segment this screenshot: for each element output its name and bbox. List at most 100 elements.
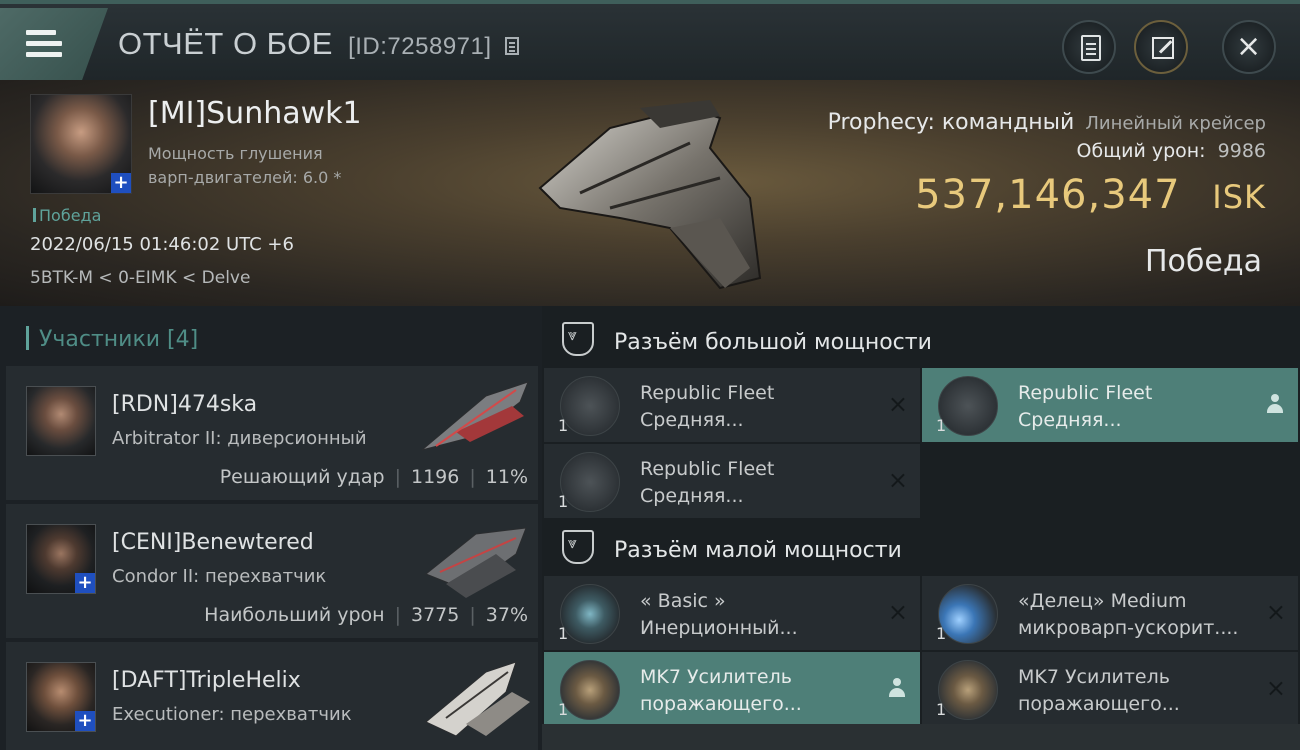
menu-button[interactable] bbox=[0, 8, 108, 80]
participant-avatar: + bbox=[26, 662, 96, 732]
fittings-panel: Разъём большой мощности 1 Republic Fleet… bbox=[542, 306, 1300, 750]
high-slot-header: Разъём большой мощности bbox=[542, 310, 1300, 370]
turret-icon bbox=[560, 376, 620, 436]
module-qty: 1 bbox=[558, 416, 569, 435]
hamburger-icon bbox=[26, 30, 62, 58]
victim-attr-line1: Мощность глушения bbox=[148, 144, 323, 163]
module-name: MK7 Усилитель поражающего... bbox=[1018, 666, 1180, 715]
participant-row[interactable]: [RDN]474ska Arbitrator II: диверсионный … bbox=[6, 366, 538, 500]
high-slot-icon bbox=[562, 322, 594, 356]
isk-amount: 537,146,347 bbox=[915, 172, 1181, 218]
kill-id: [ID:7258971] bbox=[348, 33, 492, 60]
participant-ship-image bbox=[425, 661, 530, 736]
module-qty: 1 bbox=[936, 700, 947, 719]
participant-row[interactable]: + [CENI]Benewtered Condor II: перехватчи… bbox=[6, 504, 538, 638]
victim-attribute: Мощность глушения варп-двигателей: 6.0 * bbox=[148, 142, 341, 190]
destroyed-icon: × bbox=[887, 466, 908, 494]
participant-name: [DAFT]TripleHelix bbox=[112, 668, 301, 693]
participant-ship-image bbox=[421, 381, 529, 451]
victim-banner: + [MI]Sunhawk1 Мощность глушения варп-дв… bbox=[0, 80, 1300, 306]
turret-icon bbox=[938, 376, 998, 436]
page-title: ОТЧЁТ О БОЕ [ID:7258971] bbox=[118, 26, 519, 62]
next-slot-header bbox=[542, 724, 1300, 750]
total-damage: Общий урон: 9986 bbox=[1077, 140, 1266, 162]
turret-icon bbox=[560, 452, 620, 512]
participants-panel: Участники [4] [RDN]474ska Arbitrator II:… bbox=[0, 306, 542, 750]
participant-row[interactable]: + [DAFT]TripleHelix Executioner: перехва… bbox=[6, 642, 538, 750]
module-name: «Делец» Medium микроварп-ускорит.... bbox=[1018, 590, 1239, 639]
clipboard-icon bbox=[1081, 35, 1101, 61]
module-name: Republic Fleet Средняя... bbox=[640, 458, 775, 507]
participant-stats: Наибольший урон | 3775 | 37% bbox=[204, 604, 528, 626]
participant-damage: 3775 bbox=[411, 604, 460, 626]
participant-avatar bbox=[26, 386, 96, 456]
participant-percent: 11% bbox=[485, 466, 528, 488]
participant-stats: Решающий удар | 1196 | 11% bbox=[219, 466, 528, 488]
isk-unit: ISK bbox=[1212, 178, 1266, 216]
participant-stat-label: Наибольший урон bbox=[204, 604, 385, 626]
module-name: Republic Fleet Средняя... bbox=[640, 382, 775, 431]
total-damage-value: 9986 bbox=[1217, 140, 1266, 162]
victim-name[interactable]: [MI]Sunhawk1 bbox=[148, 96, 362, 131]
module-item[interactable]: 1 « Basic » Инерционный... × bbox=[544, 576, 920, 650]
module-name: « Basic » Инерционный... bbox=[640, 590, 798, 639]
share-button[interactable] bbox=[1134, 20, 1188, 74]
participant-avatar: + bbox=[26, 524, 96, 594]
victim-attr-line2: варп-двигателей: 6.0 * bbox=[148, 168, 342, 187]
victim-avatar[interactable]: + bbox=[30, 94, 132, 194]
module-item[interactable]: 1 Republic Fleet Средняя... × bbox=[544, 368, 920, 442]
module-item[interactable]: 1 «Делец» Medium микроварп-ускорит.... × bbox=[922, 576, 1298, 650]
module-qty: 1 bbox=[936, 416, 947, 435]
plus-icon: + bbox=[75, 711, 95, 731]
close-icon: × bbox=[1236, 29, 1262, 64]
module-qty: 1 bbox=[936, 624, 947, 643]
module-item[interactable]: 1 MK7 Усилитель поражающего... × bbox=[922, 652, 1298, 726]
kill-location[interactable]: 5BTK-M < 0-EIMK < Delve bbox=[30, 268, 250, 288]
dropped-icon bbox=[888, 678, 906, 698]
victory-tag: Победа bbox=[33, 206, 101, 225]
participant-ship: Condor II: перехватчик bbox=[112, 566, 327, 587]
report-button[interactable] bbox=[1062, 20, 1116, 74]
plus-icon: + bbox=[111, 173, 131, 193]
destroyed-icon: × bbox=[887, 390, 908, 418]
module-qty: 1 bbox=[558, 700, 569, 719]
low-slot-label: Разъём малой мощности bbox=[614, 538, 902, 563]
battle-result: Победа bbox=[1145, 244, 1262, 279]
module-item[interactable]: 1 Republic Fleet Средняя... × bbox=[544, 444, 920, 518]
participant-name: [CENI]Benewtered bbox=[112, 530, 314, 555]
module-qty: 1 bbox=[558, 624, 569, 643]
victim-ship[interactable]: Prophecy: командный Линейный крейсер bbox=[828, 110, 1266, 135]
module-item[interactable]: 1 Republic Fleet Средняя... bbox=[922, 368, 1298, 442]
participant-percent: 37% bbox=[485, 604, 528, 626]
participant-ship: Arbitrator II: диверсионный bbox=[112, 428, 367, 449]
participants-header: Участники [4] bbox=[26, 326, 198, 352]
isk-value: 537,146,347 ISK bbox=[915, 172, 1266, 218]
total-damage-label: Общий урон: bbox=[1076, 140, 1206, 162]
module-name: MK7 Усилитель поражающего... bbox=[640, 666, 802, 715]
participant-damage: 1196 bbox=[411, 466, 460, 488]
victim-ship-name: Prophecy: командный bbox=[827, 110, 1075, 135]
victim-ship-class: Линейный крейсер bbox=[1085, 113, 1266, 134]
high-slot-label: Разъём большой мощности bbox=[614, 330, 932, 355]
share-icon bbox=[1152, 37, 1174, 59]
destroyed-icon: × bbox=[887, 598, 908, 626]
microwarpdrive-icon bbox=[938, 584, 998, 644]
module-item[interactable]: 1 MK7 Усилитель поражающего... bbox=[544, 652, 920, 726]
module-qty: 1 bbox=[558, 492, 569, 511]
top-bar: ОТЧЁТ О БОЕ [ID:7258971] × bbox=[0, 0, 1300, 80]
copy-icon[interactable] bbox=[504, 36, 519, 55]
destroyed-icon: × bbox=[1265, 598, 1286, 626]
victim-ship-image[interactable] bbox=[520, 88, 780, 298]
tracking-enhancer-icon bbox=[938, 660, 998, 720]
dropped-icon bbox=[1266, 394, 1284, 414]
plus-icon: + bbox=[75, 573, 95, 593]
destroyed-icon: × bbox=[1265, 674, 1286, 702]
module-name: Republic Fleet Средняя... bbox=[1018, 382, 1153, 431]
low-slot-icon bbox=[562, 530, 594, 564]
tracking-enhancer-icon bbox=[560, 660, 620, 720]
kill-datetime: 2022/06/15 01:46:02 UTC +6 bbox=[30, 234, 294, 255]
participant-name: [RDN]474ska bbox=[112, 392, 258, 417]
close-button[interactable]: × bbox=[1222, 20, 1276, 74]
participant-stat-label: Решающий удар bbox=[219, 466, 385, 488]
inertial-stabilizer-icon bbox=[560, 584, 620, 644]
